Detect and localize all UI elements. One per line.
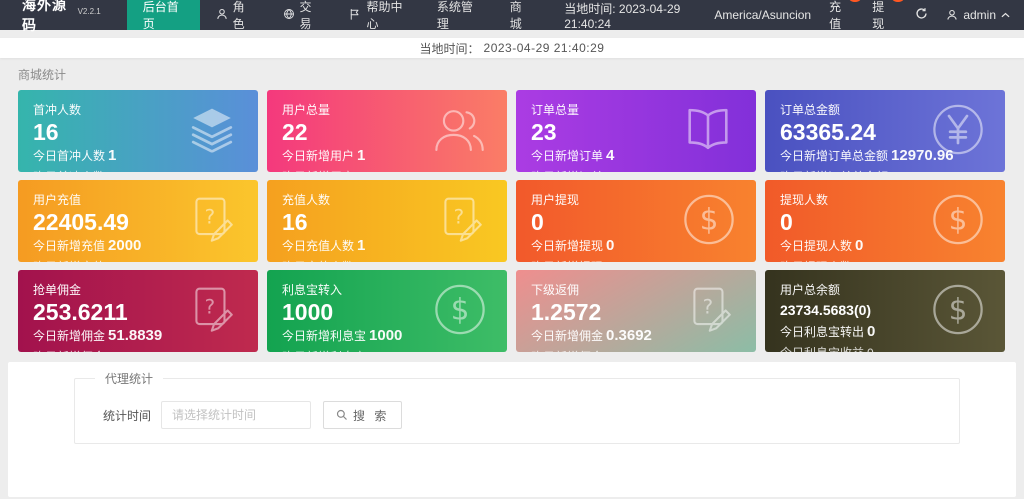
stat-card-recharge-users: 充值人数16今日充值人数1昨日充值人数0? bbox=[267, 180, 507, 262]
nav-item-help-center[interactable]: 帮助中心 bbox=[333, 0, 420, 31]
main-menu: 后台首页 角色 交易 帮助中心 系统管理 商城 bbox=[126, 0, 547, 31]
username: admin bbox=[963, 8, 996, 22]
stat-time-label: 统计时间 bbox=[103, 408, 152, 423]
svg-text:$: $ bbox=[451, 293, 470, 327]
local-time-value: 2023-04-29 21:40:29 bbox=[483, 41, 605, 55]
navbar-right: 当地时间: 2023-04-29 21:40:24 America/Asunci… bbox=[546, 0, 1024, 32]
search-button[interactable]: 搜 索 bbox=[323, 401, 403, 429]
card-yesterday-line: 昨日新增利息宝0 bbox=[282, 348, 492, 352]
local-time-label: 当地时间： bbox=[419, 41, 480, 56]
timezone-text: America/Asuncion bbox=[714, 8, 812, 22]
card-yesterday-line: 昨日提现人数0 bbox=[780, 258, 990, 262]
recharge-badge: 4 bbox=[848, 0, 863, 2]
card-yesterday-line: 昨日新增提现0 bbox=[531, 258, 741, 262]
card-yesterday-line: 昨日新增用户0 bbox=[282, 168, 492, 172]
doc-icon: ? bbox=[435, 194, 487, 249]
yen-icon bbox=[931, 103, 985, 160]
chevron-up-icon bbox=[1001, 12, 1010, 18]
svg-text:?: ? bbox=[454, 206, 464, 229]
dollar-icon: $ bbox=[931, 193, 985, 250]
nav-item-roles[interactable]: 角色 bbox=[200, 0, 267, 31]
dollar-icon: $ bbox=[682, 193, 736, 250]
svg-text:$: $ bbox=[949, 203, 968, 237]
dollar-icon: $ bbox=[433, 283, 487, 340]
doc-icon: ? bbox=[186, 284, 238, 339]
stat-card-total-orders: 订单总量23今日新增订单4昨日新增订单0 bbox=[516, 90, 756, 172]
card-yesterday-line: 昨日新增佣金0 bbox=[531, 348, 741, 352]
user-icon bbox=[216, 8, 228, 23]
stat-card-total-order-amount: 订单总金额63365.24今日新增订单总金额12970.96昨日新增订单总金额0 bbox=[765, 90, 1005, 172]
stat-cards-grid: 首冲人数16今日首冲人数1昨日首冲人数0用户总量22今日新增用户1昨日新增用户0… bbox=[0, 90, 1024, 352]
svg-text:?: ? bbox=[703, 296, 713, 319]
stat-card-sub-rebate: 下级返佣1.2572今日新增佣金0.3692昨日新增佣金0? bbox=[516, 270, 756, 352]
withdraw-notice-button[interactable]: 提现 0 bbox=[872, 0, 906, 32]
nav-item-mall[interactable]: 商城 bbox=[494, 0, 546, 31]
dollar-icon: $ bbox=[931, 283, 985, 340]
svg-text:?: ? bbox=[205, 296, 215, 319]
search-icon bbox=[336, 409, 347, 420]
card-yesterday-line: 昨日新增充值0 bbox=[33, 258, 243, 262]
stat-card-user-total-balance: 用户总余额23734.5683(0)今日利息宝转出0今日利息宝收益0$ bbox=[765, 270, 1005, 352]
stat-card-total-users: 用户总量22今日新增用户1昨日新增用户0 bbox=[267, 90, 507, 172]
refresh-icon[interactable] bbox=[915, 7, 928, 23]
stat-card-interest-transfer-in: 利息宝转入1000今日新增利息宝1000昨日新增利息宝0$ bbox=[267, 270, 507, 352]
globe-icon bbox=[283, 8, 295, 23]
svg-text:$: $ bbox=[949, 293, 968, 327]
stat-card-first-charge-users: 首冲人数16今日首冲人数1昨日首冲人数0 bbox=[18, 90, 258, 172]
flag-icon bbox=[349, 8, 361, 23]
brand-version: V2.2.1 bbox=[77, 6, 101, 16]
brand-logo[interactable]: 海外源码 V2.2.1 bbox=[0, 0, 127, 33]
stat-time-input[interactable] bbox=[161, 401, 312, 429]
recharge-notice-button[interactable]: 充值 4 bbox=[829, 0, 863, 32]
doc-icon: ? bbox=[684, 284, 736, 339]
book-icon bbox=[680, 107, 736, 156]
layers-icon bbox=[186, 107, 238, 156]
stat-card-order-commission: 抢单佣金253.6211今日新增佣金51.8839昨日新增佣金0? bbox=[18, 270, 258, 352]
card-yesterday-line: 昨日新增佣金0 bbox=[33, 348, 243, 352]
svg-text:?: ? bbox=[205, 206, 215, 229]
agent-stats-legend: 代理统计 bbox=[95, 370, 164, 387]
stats-section-title: 商城统计 bbox=[18, 68, 67, 82]
filter-row: 统计时间 搜 索 bbox=[103, 401, 931, 429]
local-time-bar: 当地时间： 2023-04-29 21:40:29 bbox=[0, 38, 1024, 58]
nav-item-dashboard[interactable]: 后台首页 bbox=[126, 0, 200, 31]
nav-item-system[interactable]: 系统管理 bbox=[421, 0, 494, 31]
brand-title: 海外源码 bbox=[22, 0, 67, 33]
card-yesterday-line: 昨日首冲人数0 bbox=[33, 168, 243, 172]
user-icon bbox=[947, 9, 957, 20]
stat-card-withdraw-users: 提现人数0今日提现人数0昨日提现人数0$ bbox=[765, 180, 1005, 262]
card-yesterday-line: 昨日新增订单0 bbox=[531, 168, 741, 172]
card-yesterday-line: 昨日新增订单总金额0 bbox=[780, 168, 990, 172]
users-icon bbox=[431, 105, 487, 158]
stat-card-user-recharge: 用户充值22405.49今日新增充值2000昨日新增充值0? bbox=[18, 180, 258, 262]
withdraw-badge: 0 bbox=[891, 0, 906, 2]
user-menu[interactable]: admin bbox=[946, 8, 1010, 22]
agent-stats-panel: 代理统计 统计时间 搜 索 bbox=[8, 362, 1016, 497]
top-navbar: 海外源码 V2.2.1 后台首页 角色 交易 帮助中心 系统管理 商城 当地时间: 202… bbox=[0, 0, 1024, 33]
agent-stats-fieldset: 代理统计 统计时间 搜 索 bbox=[74, 370, 960, 444]
doc-icon: ? bbox=[186, 194, 238, 249]
stat-card-user-withdraw: 用户提现0今日新增提现0昨日新增提现0$ bbox=[516, 180, 756, 262]
local-time-text: 当地时间: 2023-04-29 21:40:24 bbox=[564, 1, 681, 31]
svg-text:$: $ bbox=[700, 203, 719, 237]
card-yesterday-line: 今日利息宝收益0 bbox=[780, 344, 990, 352]
nav-item-trade[interactable]: 交易 bbox=[267, 0, 334, 31]
card-yesterday-line: 昨日充值人数0 bbox=[282, 258, 492, 262]
